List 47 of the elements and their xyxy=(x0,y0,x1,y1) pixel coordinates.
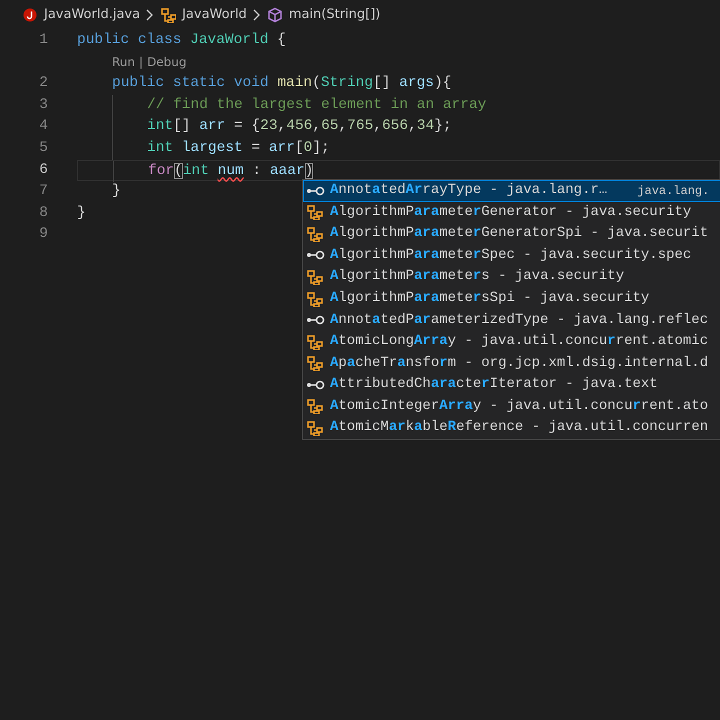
class-icon xyxy=(306,420,326,436)
line-number: 9 xyxy=(38,225,48,244)
class-icon xyxy=(306,204,326,220)
code-line: int largest = arr[0]; xyxy=(147,138,330,158)
class-icon xyxy=(306,355,326,372)
line-number: 2 xyxy=(38,74,48,94)
code-line: for(int num : aaar) xyxy=(148,162,314,180)
suggestion-item[interactable]: AnnotatedArrayType - java.lang.r… java.lang. xyxy=(303,180,720,202)
suggestion-item[interactable]: AlgorithmParametersSpi - java.security xyxy=(303,288,720,310)
line-number: 6 xyxy=(38,160,48,180)
class-icon xyxy=(160,7,176,23)
suggestion-item[interactable]: AtomicIntegerArray - java.util.concurrent.ato xyxy=(303,395,720,418)
breadcrumb-item[interactable]: JavaWorld xyxy=(182,5,247,25)
suggestion-item[interactable]: AlgorithmParameterGenerator - java.security xyxy=(303,202,720,224)
codelens-link[interactable]: Run xyxy=(112,52,136,74)
suggestion-item[interactable]: AlgorithmParameters - java.security xyxy=(303,266,720,288)
java-error-icon xyxy=(22,7,38,23)
line-number: 5 xyxy=(38,138,48,158)
suggestion-item[interactable]: ApacheTransform - org.jcp.xml.dsig.internal.d xyxy=(303,352,720,374)
suggestion-item[interactable]: AttributedCharacterIterator - java.text xyxy=(303,374,720,396)
code-line: } xyxy=(112,182,121,202)
suggestion-item[interactable]: AtomicLongArray - java.util.concurrent.atomic xyxy=(303,330,720,352)
class-icon xyxy=(306,398,326,414)
code-line: int[] arr = {23,456,65,765,656,34}; xyxy=(147,117,452,136)
code-line: } xyxy=(77,204,86,223)
line-number: 7 xyxy=(38,182,48,202)
breadcrumb-item[interactable]: JavaWorld.java xyxy=(44,5,140,25)
suggestion-item[interactable]: AlgorithmParameterSpec - java.security.spec xyxy=(303,244,720,266)
line-number: 3 xyxy=(38,96,48,115)
class-icon xyxy=(306,226,326,242)
cube-icon xyxy=(266,7,283,23)
code-line: // find the largest element in an array xyxy=(147,96,486,115)
codelens-link[interactable]: Debug xyxy=(147,52,187,74)
suggestion-item[interactable]: AtomicMarkableReference - java.util.concurren xyxy=(303,417,720,439)
suggestion-item[interactable]: AnnotatedParameterizedType - java.lang.reflec xyxy=(303,309,720,331)
line-number: 4 xyxy=(38,117,48,136)
line-number: 1 xyxy=(38,31,48,50)
lens-separator: | xyxy=(139,54,144,71)
breadcrumb-item[interactable]: main(String[]) xyxy=(288,5,380,25)
code-line: public class JavaWorld { xyxy=(77,31,286,50)
class-icon xyxy=(306,334,326,350)
class-icon xyxy=(306,290,326,306)
suggestion-item[interactable]: AlgorithmParameterGeneratorSpi - java.securit xyxy=(303,223,720,245)
code-line: public static void main(String[] args){ xyxy=(112,74,452,94)
line-number: 8 xyxy=(38,204,48,223)
suggestion-detail: java.lang. xyxy=(637,182,710,200)
class-icon xyxy=(306,268,326,285)
